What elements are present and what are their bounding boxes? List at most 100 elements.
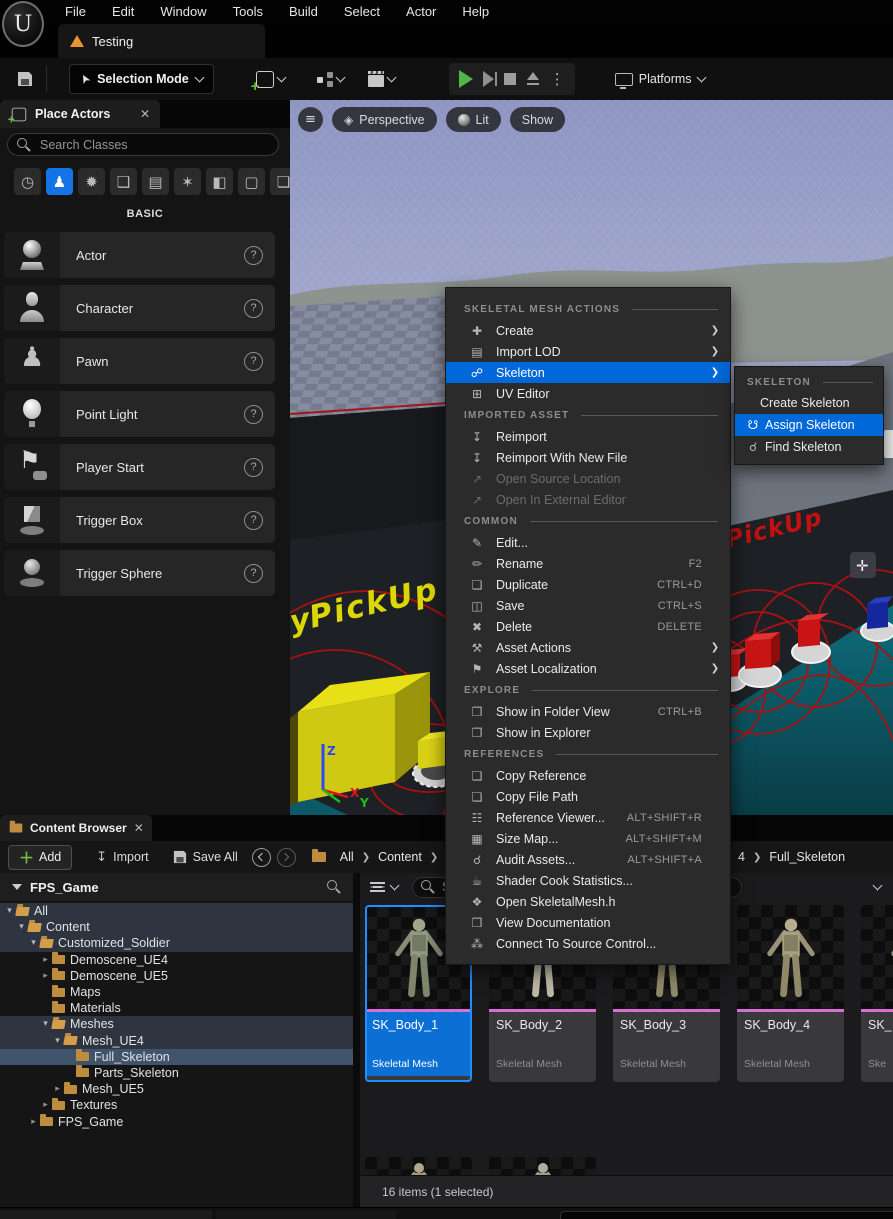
content-drawer-segment[interactable] — [0, 1210, 212, 1219]
close-icon[interactable]: ✕ — [134, 821, 144, 835]
menu-item[interactable]: ⚑ Asset Localization — [446, 658, 730, 679]
menu-window[interactable]: Window — [147, 0, 219, 24]
transform-tool-icon[interactable]: ✛ — [856, 557, 869, 575]
output-log-segment[interactable] — [216, 1210, 396, 1219]
menu-item[interactable]: ❐ Show in Explorer — [446, 722, 730, 743]
search-icon[interactable] — [327, 880, 341, 894]
tree-row[interactable]: FPS_Game — [0, 1113, 353, 1129]
search-classes-box[interactable] — [7, 133, 279, 156]
menu-tools[interactable]: Tools — [220, 0, 276, 24]
expander-arrow-icon[interactable] — [28, 1117, 39, 1127]
visual-effects-icon[interactable]: ✶ — [174, 168, 201, 195]
asset-card[interactable]: SK_Body_4 Skeletal Mesh — [737, 905, 844, 1082]
geometry-icon[interactable]: ◧ — [206, 168, 233, 195]
console-command-input[interactable] — [560, 1211, 893, 1219]
menu-item[interactable]: ❐ Show in Folder View CTRL+B — [446, 701, 730, 722]
menu-actor[interactable]: Actor — [393, 0, 449, 24]
menu-item[interactable]: ⊞ UV Editor — [446, 383, 730, 404]
menu-item[interactable]: ▤ Import LOD — [446, 341, 730, 362]
frame-skip-button[interactable] — [483, 71, 494, 87]
tree-row[interactable]: Mesh_UE4 — [0, 1033, 353, 1049]
menu-item[interactable]: ↧ Reimport With New File — [446, 447, 730, 468]
expander-arrow-icon[interactable] — [40, 1019, 51, 1029]
viewport-options-icon[interactable]: ≡ — [298, 107, 323, 132]
search-classes-input[interactable] — [38, 137, 269, 153]
menu-item[interactable]: ❒ View Documentation — [446, 912, 730, 933]
cinematic-icon[interactable]: ▤ — [142, 168, 169, 195]
expander-arrow-icon[interactable] — [16, 922, 27, 932]
menu-item[interactable]: ❏ Duplicate CTRL+D — [446, 574, 730, 595]
menu-item[interactable]: ↧ Reimport — [446, 426, 730, 447]
place-actors-tab[interactable]: Place Actors ✕ — [0, 100, 160, 128]
content-browser-tab[interactable]: Content Browser ✕ — [0, 815, 152, 841]
expander-arrow-icon[interactable] — [40, 1100, 51, 1110]
tree-row[interactable]: Full_Skeleton — [0, 1049, 353, 1065]
expander-arrow-icon[interactable] — [40, 955, 51, 965]
submenu-item[interactable]: ☌ Find Skeleton — [735, 436, 883, 458]
menu-item[interactable]: ⁂ Connect To Source Control... — [446, 933, 730, 954]
breadcrumb-content[interactable]: Content — [378, 850, 422, 864]
menu-item[interactable]: ✚ Create — [446, 320, 730, 341]
menu-build[interactable]: Build — [276, 0, 331, 24]
volumes-icon[interactable]: ▢ — [238, 168, 265, 195]
menu-item[interactable]: ◫ Save CTRL+S — [446, 595, 730, 616]
filter-icon[interactable] — [370, 881, 385, 893]
place-actor-item[interactable]: Actor ? — [4, 232, 275, 278]
add-actor-button[interactable] — [248, 64, 293, 94]
settings-chevron-icon[interactable] — [873, 881, 883, 891]
level-tab-testing[interactable]: Testing — [58, 24, 265, 58]
tree-row[interactable]: Content — [0, 919, 353, 935]
breadcrumb-all[interactable]: All — [340, 850, 354, 864]
help-icon[interactable]: ? — [244, 564, 263, 583]
menu-item[interactable]: ❖ Open SkeletalMesh.h — [446, 891, 730, 912]
menu-item[interactable]: ↗ Open Source Location — [446, 468, 730, 489]
breadcrumb-partial[interactable]: 4 — [738, 850, 745, 864]
back-button[interactable] — [252, 848, 271, 867]
place-actor-item[interactable]: Pawn ? — [4, 338, 275, 384]
tree-row[interactable]: Customized_Soldier — [0, 935, 353, 951]
editor-mode-dropdown[interactable]: ➤ Selection Mode — [69, 64, 214, 94]
stop-button[interactable] — [504, 73, 516, 85]
perspective-dropdown[interactable]: ◈ Perspective — [332, 107, 437, 132]
asset-card[interactable]: SK_ Ske — [861, 905, 893, 1082]
help-icon[interactable]: ? — [244, 246, 263, 265]
save-all-button[interactable]: Save All — [173, 850, 238, 864]
sources-root-header[interactable]: FPS_Game — [0, 873, 353, 901]
expander-arrow-icon[interactable] — [40, 971, 51, 981]
expander-arrow-icon[interactable] — [52, 1036, 63, 1046]
tree-row[interactable]: Maps — [0, 984, 353, 1000]
breadcrumb-full-skeleton[interactable]: Full_Skeleton — [769, 850, 845, 864]
expander-arrow-icon[interactable] — [52, 1084, 63, 1094]
import-button[interactable]: ↧ Import — [96, 850, 148, 865]
add-button[interactable]: ＋ Add — [8, 845, 72, 870]
tree-row[interactable]: All — [0, 903, 353, 919]
forward-button[interactable] — [277, 848, 296, 867]
menu-item[interactable]: ✏ Rename F2 — [446, 553, 730, 574]
menu-item[interactable]: ❏ Copy Reference — [446, 765, 730, 786]
place-actor-item[interactable]: Trigger Sphere ? — [4, 550, 275, 596]
blueprints-button[interactable] — [309, 64, 352, 94]
unreal-logo-icon[interactable]: U — [2, 1, 44, 47]
pane-divider[interactable] — [353, 873, 360, 1207]
expander-arrow-icon[interactable] — [4, 906, 15, 916]
platforms-dropdown[interactable]: Platforms — [615, 72, 705, 86]
play-button[interactable] — [459, 70, 473, 88]
basic-icon[interactable]: ♟ — [46, 168, 73, 195]
menu-help[interactable]: Help — [449, 0, 502, 24]
tree-row[interactable]: Meshes — [0, 1016, 353, 1032]
place-actor-item[interactable]: Point Light ? — [4, 391, 275, 437]
submenu-item[interactable]: Create Skeleton — [735, 392, 883, 414]
eject-button[interactable] — [526, 72, 540, 86]
menu-item[interactable]: ☕ Shader Cook Statistics... — [446, 870, 730, 891]
place-actor-item[interactable]: Character ? — [4, 285, 275, 331]
menu-item[interactable]: ☷ Reference Viewer... ALT+SHIFT+R — [446, 807, 730, 828]
tree-row[interactable]: Materials — [0, 1000, 353, 1016]
menu-item[interactable]: ▦ Size Map... ALT+SHIFT+M — [446, 828, 730, 849]
menu-file[interactable]: File — [52, 0, 99, 24]
tree-row[interactable]: Mesh_UE5 — [0, 1081, 353, 1097]
help-icon[interactable]: ? — [244, 299, 263, 318]
tree-row[interactable]: Textures — [0, 1097, 353, 1113]
place-actor-item[interactable]: Player Start ? — [4, 444, 275, 490]
tree-row[interactable]: Demoscene_UE4 — [0, 952, 353, 968]
menu-item[interactable]: ❏ Copy File Path — [446, 786, 730, 807]
